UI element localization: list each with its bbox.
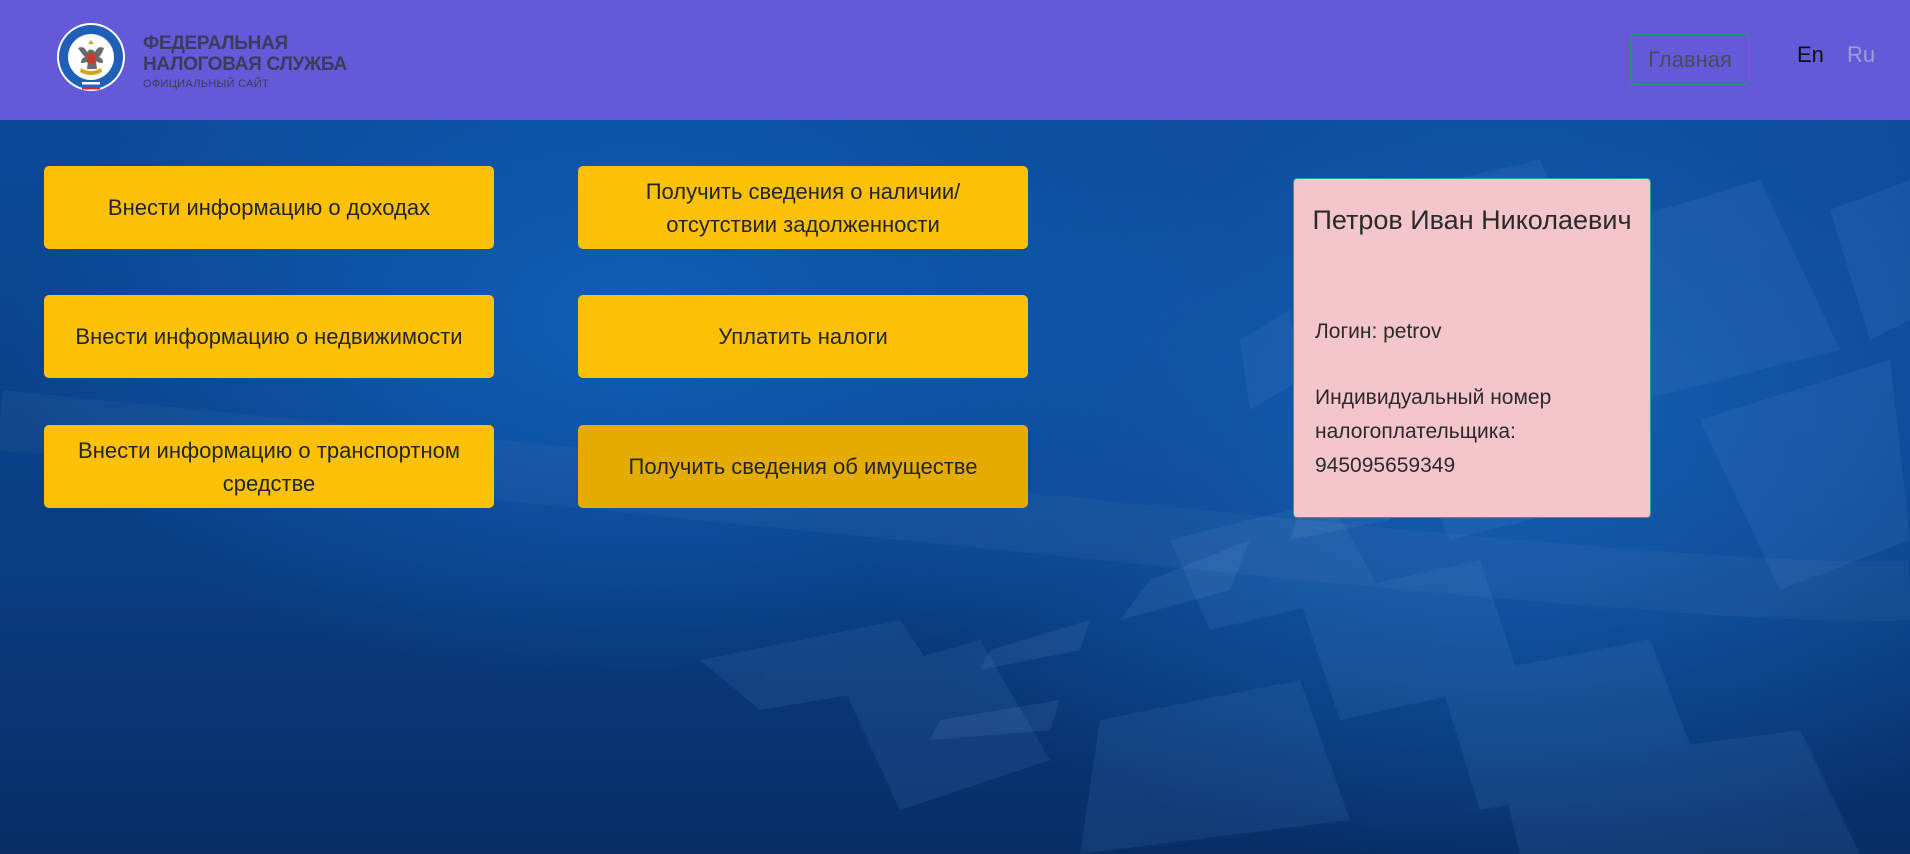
lang-en-link[interactable]: En <box>1797 42 1824 68</box>
brand-line-2: НАЛОГОВАЯ СЛУЖБА <box>143 54 347 75</box>
fns-emblem-icon[interactable] <box>56 22 126 92</box>
enter-income-button[interactable]: Внести информацию о доходах <box>44 166 494 249</box>
brand-title: ФЕДЕРАЛЬНАЯ НАЛОГОВАЯ СЛУЖБА ОФИЦИАЛЬНЫЙ… <box>143 33 347 91</box>
user-inn: Индивидуальный номер налогоплательщика: … <box>1315 386 1552 477</box>
home-button[interactable]: Главная <box>1630 34 1750 85</box>
get-property-info-button[interactable]: Получить сведения об имуществе <box>578 425 1028 508</box>
user-login: Логин: petrov <box>1315 320 1442 343</box>
top-navbar: ФЕДЕРАЛЬНАЯ НАЛОГОВАЯ СЛУЖБА ОФИЦИАЛЬНЫЙ… <box>0 0 1910 120</box>
user-full-name: Петров Иван Николаевич <box>1312 205 1632 235</box>
enter-realty-button[interactable]: Внести информацию о недвижимости <box>44 295 494 378</box>
get-debt-info-button[interactable]: Получить сведения о наличии/ отсутствии … <box>578 166 1028 249</box>
brand-subtitle: ОФИЦИАЛЬНЫЙ САЙТ <box>143 78 269 90</box>
lang-ru-link[interactable]: Ru <box>1847 42 1875 68</box>
pay-taxes-button[interactable]: Уплатить налоги <box>578 295 1028 378</box>
brand-line-1: ФЕДЕРАЛЬНАЯ <box>143 33 288 54</box>
enter-vehicle-button[interactable]: Внести информацию о транспортном средств… <box>44 425 494 508</box>
profile-card: Петров Иван Николаевич Логин: petrov Инд… <box>1293 178 1651 518</box>
